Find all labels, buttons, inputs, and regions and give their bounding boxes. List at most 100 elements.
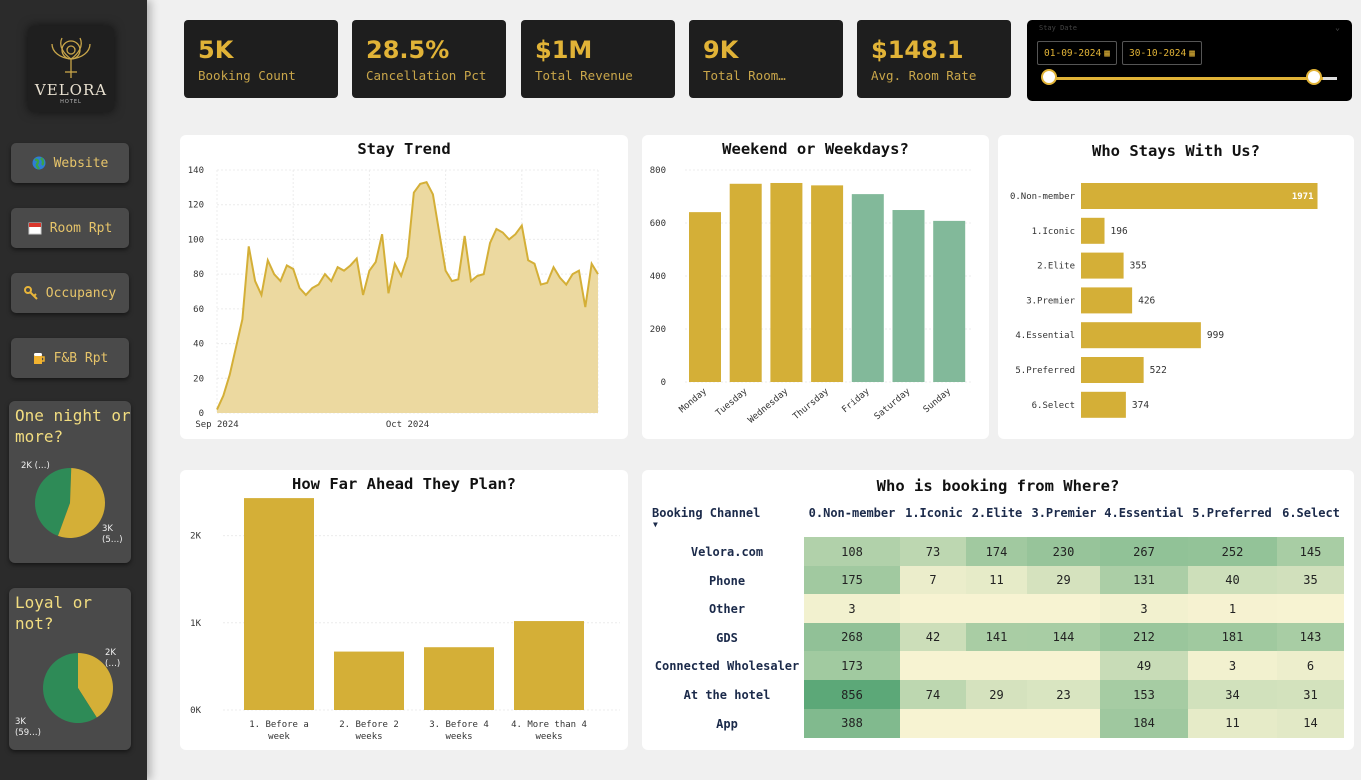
x-tick-label: Friday — [840, 386, 872, 415]
row-header[interactable]: Booking Channel — [652, 506, 760, 520]
bar — [1081, 391, 1126, 418]
heatmap-cell: 144 — [1027, 622, 1100, 652]
row-label[interactable]: Other — [652, 602, 802, 616]
bar — [334, 651, 404, 710]
column-header[interactable]: 4.Essential — [1094, 506, 1194, 520]
bar — [770, 182, 803, 382]
kpi-value: 5K — [198, 36, 234, 64]
sidebar: VELORA HOTEL Website Room Rpt Occupancy … — [0, 0, 147, 780]
chevron-down-icon[interactable]: ⌄ — [1335, 23, 1340, 32]
row-label[interactable]: At the hotel — [652, 688, 802, 702]
heatmap-cell: 181 — [1188, 622, 1277, 652]
heatmap-cell: 212 — [1100, 622, 1188, 652]
row-label[interactable]: GDS — [652, 631, 802, 645]
x-tick-label: weeks — [535, 732, 562, 742]
x-tick-label: Sunday — [922, 386, 954, 415]
y-tick-label: 2.Elite — [1037, 262, 1075, 272]
heatmap-cell — [966, 651, 1027, 681]
heatmap-cell: 3 — [1188, 651, 1277, 681]
sort-down-icon[interactable]: ▼ — [653, 520, 658, 529]
heatmap-cell: 11 — [1188, 708, 1277, 738]
heatmap-cell: 6 — [1277, 651, 1344, 681]
y-tick-label: 200 — [650, 325, 666, 335]
bar — [424, 647, 494, 710]
y-tick-label: 0.Non-member — [1010, 192, 1076, 202]
y-tick-label: 0K — [190, 706, 201, 716]
stay-trend-card: Stay Trend 0 20 40 60 80 100 120 140 Sep 2024 Oct… — [180, 135, 628, 439]
heatmap-cell: 252 — [1188, 537, 1277, 566]
globe-icon — [32, 156, 46, 170]
kpi-total-revenue: $1M Total Revenue — [521, 20, 675, 98]
y-tick-label: 6.Select — [1032, 401, 1075, 411]
hotel-logo: VELORA HOTEL — [28, 26, 114, 112]
x-tick-label: 1. Before a — [249, 720, 309, 730]
beer-icon — [32, 351, 46, 365]
kpi-value: 9K — [703, 36, 739, 64]
x-tick-label: Sep 2024 — [195, 420, 238, 430]
slider-end-handle[interactable] — [1306, 69, 1322, 85]
date-filter-title: Stay Date — [1039, 24, 1077, 32]
end-date-value: 30-10-2024 — [1129, 47, 1187, 59]
website-button[interactable]: Website — [11, 143, 129, 183]
slider-start-handle[interactable] — [1041, 69, 1057, 85]
date-slider-rest — [1323, 77, 1337, 80]
y-tick-label: 4.Essential — [1015, 331, 1075, 341]
row-label[interactable]: Connected Wholesaler — [652, 659, 802, 673]
heatmap-cell — [966, 708, 1027, 738]
start-date-input[interactable]: 01-09-2024 ▦ — [1037, 41, 1117, 65]
heatmap-cell: 49 — [1100, 651, 1188, 681]
heatmap-cell — [1027, 651, 1100, 681]
heatmap-cell: 3 — [804, 594, 900, 624]
room-rpt-button[interactable]: Room Rpt — [11, 208, 129, 248]
x-tick-label: Oct 2024 — [386, 420, 429, 430]
stay-trend-chart: 0 20 40 60 80 100 120 140 Sep 2024 Oct 2024 — [188, 166, 599, 430]
heatmap-cell — [900, 708, 966, 738]
data-label: 999 — [1207, 330, 1224, 341]
end-date-input[interactable]: 30-10-2024 ▦ — [1122, 41, 1202, 65]
y-tick-label: 120 — [188, 201, 204, 211]
kpi-label: Total Room… — [703, 68, 786, 83]
y-tick-label: 400 — [650, 272, 666, 282]
heatmap-cell: 184 — [1100, 708, 1188, 738]
heatmap-cell: 141 — [966, 622, 1027, 652]
bar — [1081, 357, 1144, 383]
website-label: Website — [53, 155, 109, 171]
heatmap-cell: 23 — [1027, 680, 1100, 709]
heatmap-cell — [1277, 594, 1344, 624]
x-tick-label: weeks — [445, 732, 472, 742]
heatmap-cell: 131 — [1100, 565, 1188, 595]
row-label[interactable]: Velora.com — [652, 545, 802, 559]
x-tick-label: 2. Before 2 — [339, 720, 399, 730]
kpi-label: Booking Count — [198, 68, 296, 83]
start-date-value: 01-09-2024 — [1044, 47, 1102, 59]
heatmap-cell: 174 — [966, 537, 1027, 566]
bar — [933, 220, 966, 382]
data-label: 1971 — [1292, 192, 1314, 202]
occupancy-button[interactable]: Occupancy — [11, 273, 129, 313]
bar — [892, 210, 925, 382]
kpi-value: $1M — [535, 36, 593, 64]
y-tick-label: 600 — [650, 219, 666, 229]
fnb-rpt-button[interactable]: F&B Rpt — [11, 338, 129, 378]
kpi-cancellation-pct: 28.5% Cancellation Pct — [352, 20, 506, 98]
occupancy-label: Occupancy — [45, 285, 117, 301]
column-header[interactable]: 6.Select — [1261, 506, 1361, 520]
row-label[interactable]: Phone — [652, 574, 802, 588]
x-tick-label: Wednesday — [747, 386, 791, 425]
heatmap-cell: 34 — [1188, 680, 1277, 709]
kpi-avg-room-rate: $148.1 Avg. Room Rate — [857, 20, 1011, 98]
area-fill — [217, 182, 598, 413]
date-slider-track[interactable] — [1049, 77, 1337, 80]
one-night-card: One night or more? 2K (…) 3K (5…) — [9, 401, 131, 563]
pie-label-one-night: 2K (…) — [21, 461, 50, 471]
y-tick-label: 800 — [650, 166, 666, 176]
heatmap-cell: 267 — [1100, 537, 1188, 566]
heatmap-cell: 31 — [1277, 680, 1344, 709]
heatmap-cell: 175 — [804, 565, 900, 595]
peacock-emblem-icon — [51, 37, 91, 78]
heatmap-cell — [1027, 708, 1100, 738]
pie-label-not-loyal: 3K (59…) — [15, 717, 41, 738]
row-label[interactable]: App — [652, 717, 802, 731]
y-tick-label: 0 — [661, 378, 666, 388]
lead-time-chart: 0K 1K 2K 1. Before a week 2. Before 2 weeks 3. … — [190, 498, 620, 742]
